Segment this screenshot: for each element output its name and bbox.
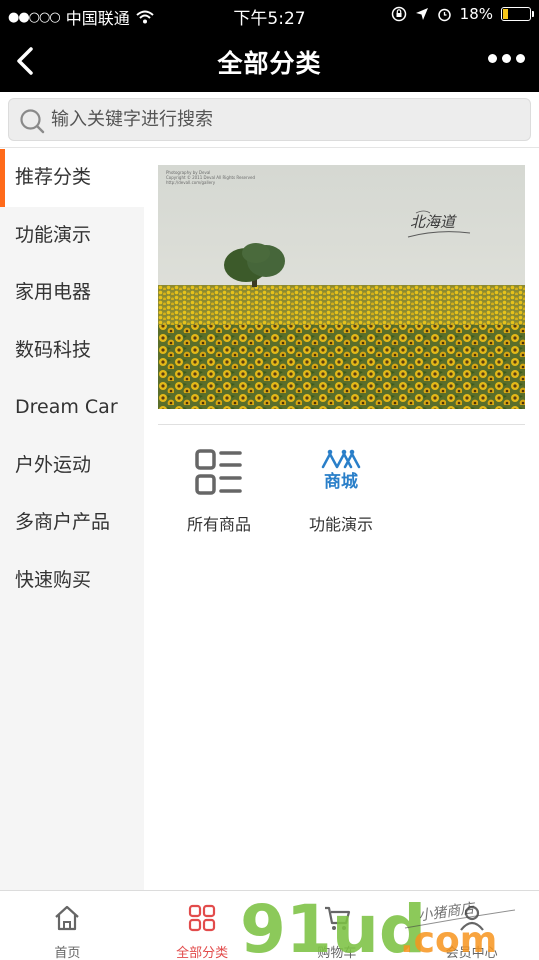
home-icon xyxy=(55,905,80,931)
category-content: Photography by Deval Copyright © 2011 De… xyxy=(144,149,539,890)
search-icon xyxy=(20,109,45,134)
search-bar xyxy=(0,92,539,148)
battery-level-fill xyxy=(503,9,509,19)
content-divider xyxy=(158,424,525,425)
sidebar-item-recommended[interactable]: 推荐分类 xyxy=(0,149,144,207)
status-bar: ●●○○○ 中国联通 下午5:27 18% xyxy=(0,0,539,30)
orientation-lock-icon xyxy=(391,6,406,22)
page-title: 全部分类 xyxy=(217,49,322,78)
category-feature-demo[interactable]: 商城 功能演示 xyxy=(281,445,401,535)
sidebar-item-quick-buy[interactable]: 快速购买 xyxy=(0,552,144,610)
mall-logo-icon: 商城 xyxy=(321,449,361,492)
sidebar-item-digital-tech[interactable]: 数码科技 xyxy=(0,322,144,380)
search-input[interactable] xyxy=(51,99,511,140)
search-box[interactable] xyxy=(8,98,531,141)
grid-icon xyxy=(189,904,216,932)
location-icon xyxy=(415,8,428,20)
banner-caption: http://devall.com/gallery xyxy=(166,180,216,185)
category-label: 功能演示 xyxy=(308,515,373,534)
alarm-icon xyxy=(437,8,451,21)
sidebar-item-multi-merchant[interactable]: 多商户产品 xyxy=(0,494,144,552)
tab-cart[interactable]: 购物车 xyxy=(270,891,405,960)
category-sidebar: 推荐分类 功能演示 家用电器 数码科技 Dream Car 户外运动 多商户产品… xyxy=(0,149,144,890)
nav-bar: 全部分类 xyxy=(0,30,539,92)
tab-all-categories[interactable]: 全部分类 xyxy=(135,891,270,960)
category-label: 所有商品 xyxy=(186,515,251,534)
more-dot xyxy=(488,54,497,63)
battery-icon xyxy=(501,7,534,21)
banner-logo-text: 北海道 xyxy=(410,213,457,231)
tab-label: 首页 xyxy=(54,946,81,960)
sunflower-field-image: Photography by Deval Copyright © 2011 De… xyxy=(158,165,525,409)
user-icon xyxy=(459,905,484,931)
category-all-products[interactable]: 所有商品 xyxy=(159,445,279,535)
cart-icon xyxy=(324,906,350,930)
category-banner-image[interactable]: Photography by Deval Copyright © 2011 De… xyxy=(158,165,525,409)
sidebar-item-feature-demo[interactable]: 功能演示 xyxy=(0,207,144,265)
tab-label: 会员中心 xyxy=(445,946,498,960)
sidebar-item-home-appliances[interactable]: 家用电器 xyxy=(0,264,144,322)
bottom-tab-bar: 首页 全部分类 购物车 会员中心 xyxy=(0,890,539,960)
mall-logo-text: 商城 xyxy=(324,471,358,492)
tab-home[interactable]: 首页 xyxy=(0,891,135,960)
more-dot xyxy=(502,54,511,63)
tab-label: 全部分类 xyxy=(176,946,229,960)
tab-label: 购物车 xyxy=(317,946,357,960)
more-options-icon[interactable] xyxy=(488,54,525,63)
tab-member-center[interactable]: 会员中心 xyxy=(404,891,539,960)
status-right: 18% xyxy=(391,5,534,23)
sidebar-item-outdoor-sports[interactable]: 户外运动 xyxy=(0,437,144,495)
sidebar-item-dream-car[interactable]: Dream Car xyxy=(0,379,144,437)
more-dot xyxy=(516,54,525,63)
battery-percentage: 18% xyxy=(459,5,493,23)
list-grid-icon xyxy=(195,449,242,495)
